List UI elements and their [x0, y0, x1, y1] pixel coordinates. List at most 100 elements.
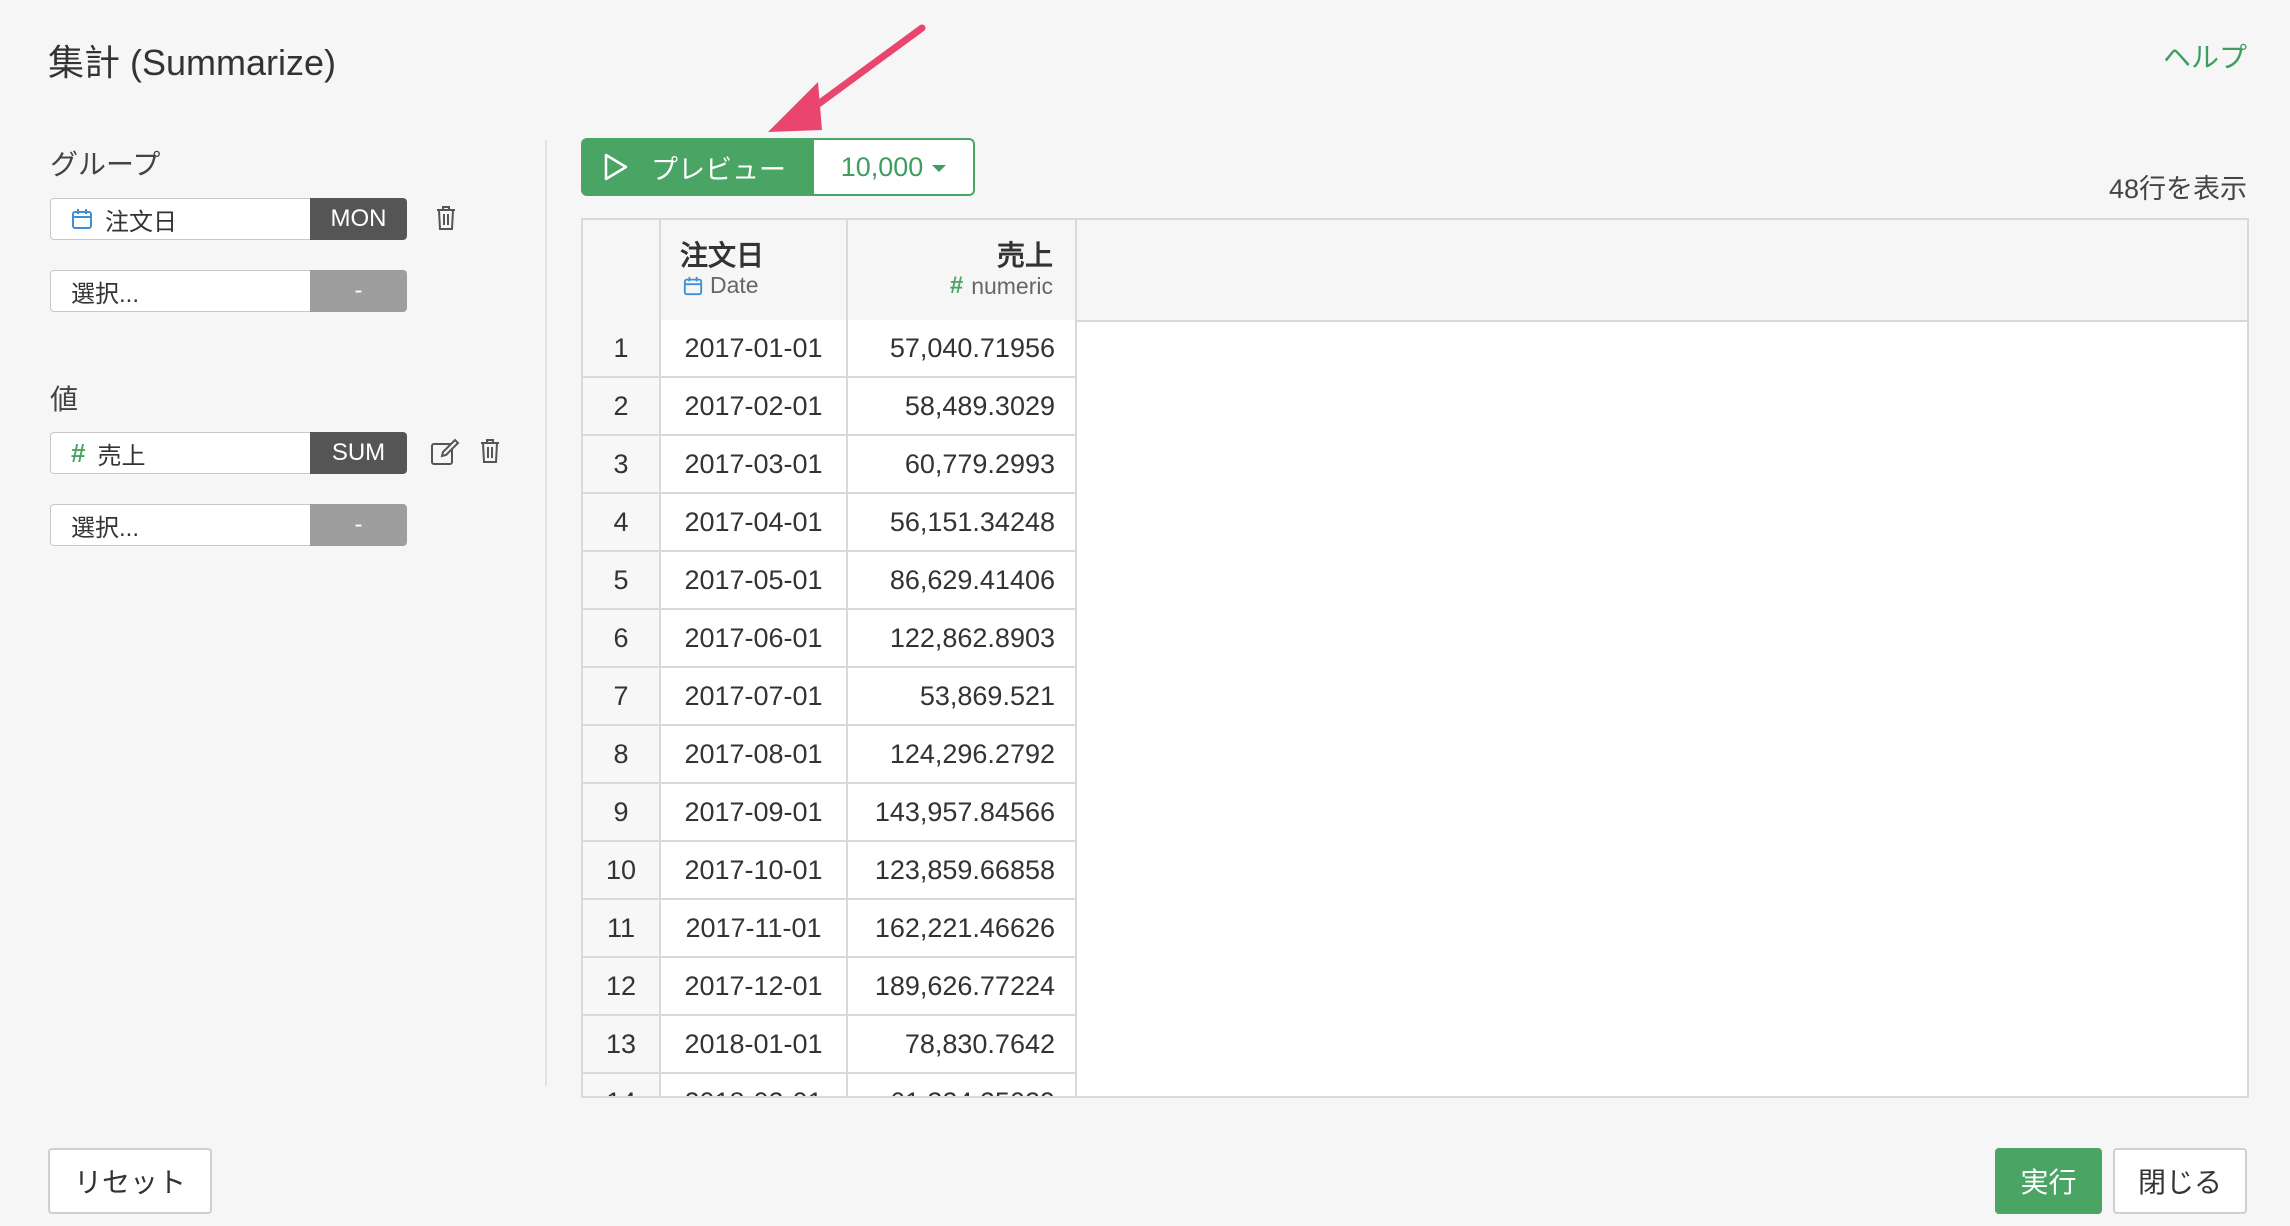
group-section-label: グループ — [50, 149, 161, 180]
row-index-cell: 10 — [583, 842, 661, 900]
sales-cell: 143,957.84566 — [848, 784, 1077, 842]
column-header-date[interactable]: 注文日 Date — [661, 220, 848, 320]
sales-cell: 56,151.34248 — [848, 494, 1077, 552]
table-row: 2 2017-02-01 58,489.3029 — [583, 378, 1077, 436]
group-field-placeholder: 選択... — [71, 280, 140, 308]
date-cell: 2017-04-01 — [661, 494, 848, 552]
sales-cell: 189,626.77224 — [848, 958, 1077, 1016]
trash-icon — [437, 206, 455, 230]
date-cell: 2017-06-01 — [661, 610, 848, 668]
table-row: 12 2017-12-01 189,626.77224 — [583, 958, 1077, 1016]
preview-button[interactable]: プレビュー — [581, 138, 814, 196]
value-field-label: 売上 — [97, 442, 146, 470]
date-cell: 2017-03-01 — [661, 436, 848, 494]
table-row: 5 2017-05-01 86,629.41406 — [583, 552, 1077, 610]
value-function-button-empty[interactable]: - — [310, 504, 407, 546]
calendar-icon — [683, 276, 703, 295]
column-header-sales-type: numeric — [971, 272, 1053, 299]
panel-divider — [545, 140, 547, 1086]
row-index-cell: 1 — [583, 320, 661, 378]
sales-cell: 61,324.25029 — [848, 1074, 1077, 1096]
date-cell: 2018-01-01 — [661, 1016, 848, 1074]
date-cell: 2017-12-01 — [661, 958, 848, 1016]
row-index-cell: 13 — [583, 1016, 661, 1074]
value-field-placeholder: 選択... — [71, 514, 140, 542]
date-cell: 2017-10-01 — [661, 842, 848, 900]
edit-value-button[interactable] — [428, 435, 462, 469]
date-cell: 2017-07-01 — [661, 668, 848, 726]
preview-table: 注文日 Date 売上 # numeric 1 2017-01-01 57,040.… — [581, 218, 2249, 1098]
row-index-cell: 6 — [583, 610, 661, 668]
group-field-select-empty[interactable]: 選択... — [50, 270, 310, 312]
row-index-cell: 7 — [583, 668, 661, 726]
row-index-cell: 8 — [583, 726, 661, 784]
hash-icon: # — [949, 272, 964, 299]
group-selector-1: 注文日 MON — [50, 198, 407, 240]
group-field-label: 注文日 — [105, 208, 177, 236]
row-index-cell: 11 — [583, 900, 661, 958]
date-cell: 2017-09-01 — [661, 784, 848, 842]
delete-group-button[interactable] — [431, 203, 461, 233]
row-limit-dropdown[interactable]: 10,000 — [814, 138, 975, 196]
edit-icon — [431, 438, 460, 465]
index-header-cell — [583, 220, 661, 320]
date-cell: 2017-11-01 — [661, 900, 848, 958]
group-selector-2: 選択... - — [50, 270, 407, 312]
sales-cell: 86,629.41406 — [848, 552, 1077, 610]
group-function-button[interactable]: MON — [310, 198, 407, 240]
row-count-label: 48行を表示 — [2108, 174, 2247, 204]
sales-cell: 162,221.46626 — [848, 900, 1077, 958]
table-row: 142018-02-0161,324.25029 — [583, 1074, 1077, 1096]
group-field-select[interactable]: 注文日 — [50, 198, 310, 240]
calendar-icon — [71, 208, 93, 230]
column-header-date-type: Date — [710, 272, 759, 298]
table-row: 8 2017-08-01 124,296.2792 — [583, 726, 1077, 784]
preview-controls: プレビュー 10,000 — [581, 138, 975, 196]
row-limit-value: 10,000 — [840, 151, 924, 182]
value-section-label: 値 — [50, 384, 79, 415]
column-header-sales-name: 売上 — [996, 240, 1053, 271]
value-field-select[interactable]: # 売上 — [50, 432, 310, 474]
delete-value-button[interactable] — [475, 436, 505, 466]
row-index-cell: 3 — [583, 436, 661, 494]
help-link[interactable]: ヘルプ — [2163, 36, 2247, 76]
date-cell: 2017-08-01 — [661, 726, 848, 784]
table-row: 6 2017-06-01 122,862.8903 — [583, 610, 1077, 668]
trash-icon — [481, 439, 499, 463]
hash-icon: # — [71, 437, 86, 468]
run-button[interactable]: 実行 — [1995, 1148, 2102, 1214]
date-cell: 2017-02-01 — [661, 378, 848, 436]
sales-cell: 123,859.66858 — [848, 842, 1077, 900]
sales-cell: 78,830.7642 — [848, 1016, 1077, 1074]
reset-button[interactable]: リセット — [48, 1148, 212, 1214]
table-row: 11 2017-11-01 162,221.46626 — [583, 900, 1077, 958]
sales-cell: 57,040.71956 — [848, 320, 1077, 378]
value-selector-2: 選択... - — [50, 504, 407, 546]
date-cell: 2017-01-01 — [661, 320, 848, 378]
column-header-sales[interactable]: 売上 # numeric — [848, 220, 1077, 320]
sales-cell: 60,779.2993 — [848, 436, 1077, 494]
row-index-cell: 5 — [583, 552, 661, 610]
annotation-arrow-icon — [768, 24, 926, 132]
table-row: 9 2017-09-01 143,957.84566 — [583, 784, 1077, 842]
table-row: 13 2018-01-01 78,830.7642 — [583, 1016, 1077, 1074]
group-function-button-empty[interactable]: - — [310, 270, 407, 312]
row-index-cell: 12 — [583, 958, 661, 1016]
table-row: 4 2017-04-01 56,151.34248 — [583, 494, 1077, 552]
date-cell: 2017-05-01 — [661, 552, 848, 610]
caret-down-icon — [932, 165, 947, 172]
dialog-title: 集計 (Summarize) — [48, 42, 337, 83]
table-row: 10 2017-10-01 123,859.66858 — [583, 842, 1077, 900]
row-index-cell: 4 — [583, 494, 661, 552]
sales-cell: 53,869.521 — [848, 668, 1077, 726]
table-row: 7 2017-07-01 53,869.521 — [583, 668, 1077, 726]
close-button[interactable]: 閉じる — [2113, 1148, 2247, 1214]
play-icon — [603, 153, 629, 181]
row-index-cell: 14 — [583, 1074, 661, 1096]
table-header: 注文日 Date 売上 # numeric — [583, 220, 2247, 322]
value-field-select-empty[interactable]: 選択... — [50, 504, 310, 546]
sales-cell: 122,862.8903 — [848, 610, 1077, 668]
value-function-button[interactable]: SUM — [310, 432, 407, 474]
date-cell: 2018-02-01 — [661, 1074, 848, 1096]
table-row: 1 2017-01-01 57,040.71956 — [583, 320, 1077, 378]
